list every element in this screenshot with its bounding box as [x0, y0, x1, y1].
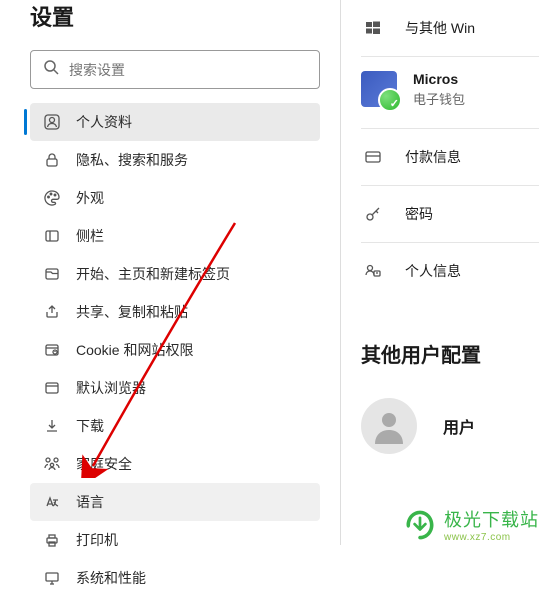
search-icon [43, 59, 59, 80]
other-profiles-title: 其他用户配置 [361, 339, 539, 368]
sidebar-item-profile[interactable]: 个人资料 [30, 103, 320, 141]
sidebar-item-label: 侧栏 [76, 226, 104, 246]
personal-info-row[interactable]: 个人信息 [361, 243, 539, 299]
key-icon [361, 202, 385, 226]
palette-icon [42, 188, 62, 208]
sidebar-item-label: 家庭安全 [76, 454, 132, 474]
sidebar-item-label: 共享、复制和粘贴 [76, 302, 188, 322]
payment-row[interactable]: 付款信息 [361, 129, 539, 186]
person-card-icon [361, 259, 385, 283]
sidebar-item-label: 语言 [76, 492, 104, 512]
language-icon [42, 492, 62, 512]
sidebar-item-family[interactable]: 家庭安全 [30, 445, 320, 483]
sidebar-item-share[interactable]: 共享、复制和粘贴 [30, 293, 320, 331]
password-row[interactable]: 密码 [361, 186, 539, 243]
sync-label: 与其他 Win [405, 18, 475, 38]
user-label: 用户 [443, 414, 475, 438]
card-icon [361, 145, 385, 169]
microsoft-title: Micros [413, 71, 539, 87]
personal-info-label: 个人信息 [405, 261, 461, 281]
sidebar-item-language[interactable]: 语言 [30, 483, 320, 521]
sidebar-item-label: 打印机 [76, 530, 118, 550]
download-icon [42, 416, 62, 436]
browser-icon [42, 378, 62, 398]
profile-icon [42, 112, 62, 132]
printer-icon [42, 530, 62, 550]
sidebar-item-label: 隐私、搜索和服务 [76, 150, 188, 170]
sidebar-item-appearance[interactable]: 外观 [30, 179, 320, 217]
user-row[interactable]: 用户 [361, 398, 539, 454]
lock-icon [42, 150, 62, 170]
sidebar-item-sidebar[interactable]: 侧栏 [30, 217, 320, 255]
family-icon [42, 454, 62, 474]
sidebar-item-label: 系统和性能 [76, 568, 146, 588]
sidebar-item-cookies[interactable]: Cookie 和网站权限 [30, 331, 320, 369]
sidebar-item-label: 开始、主页和新建标签页 [76, 264, 230, 284]
sidebar-item-label: 个人资料 [76, 112, 132, 132]
watermark-url: www.xz7.com [444, 532, 539, 543]
search-input[interactable] [69, 62, 307, 78]
sidebar-item-label: 默认浏览器 [76, 378, 146, 398]
sidebar-item-start[interactable]: 开始、主页和新建标签页 [30, 255, 320, 293]
sidebar-item-system[interactable]: 系统和性能 [30, 559, 320, 597]
microsoft-card[interactable]: Micros 电子钱包 [361, 57, 539, 129]
avatar [361, 398, 417, 454]
wallet-shield-icon [361, 71, 397, 107]
panel-icon [42, 226, 62, 246]
system-icon [42, 568, 62, 588]
sidebar-item-downloads[interactable]: 下载 [30, 407, 320, 445]
microsoft-sub: 电子钱包 [413, 89, 539, 108]
windows-icon [361, 16, 385, 40]
share-icon [42, 302, 62, 322]
search-input-container[interactable] [30, 50, 320, 89]
cookie-icon [42, 340, 62, 360]
settings-title: 设置 [30, 0, 320, 32]
sidebar-item-label: 下载 [76, 416, 104, 436]
watermark: 极光下载站 www.xz7.com [402, 506, 539, 543]
sync-row[interactable]: 与其他 Win [361, 0, 539, 57]
password-label: 密码 [405, 204, 433, 224]
watermark-logo-icon [402, 507, 438, 543]
watermark-text: 极光下载站 [444, 506, 539, 532]
sidebar-item-default-browser[interactable]: 默认浏览器 [30, 369, 320, 407]
sidebar-item-printers[interactable]: 打印机 [30, 521, 320, 559]
tab-icon [42, 264, 62, 284]
sidebar-item-label: Cookie 和网站权限 [76, 340, 193, 360]
payment-label: 付款信息 [405, 147, 461, 167]
sidebar-item-label: 外观 [76, 188, 104, 208]
sidebar-item-privacy[interactable]: 隐私、搜索和服务 [30, 141, 320, 179]
